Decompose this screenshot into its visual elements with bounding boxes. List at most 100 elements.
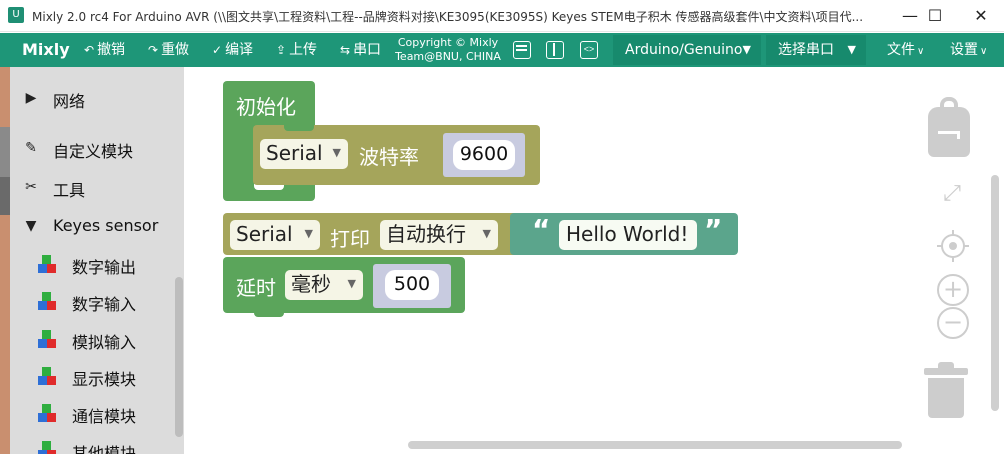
sidebar-item-display-module[interactable]: 显示模块 [10, 357, 174, 395]
undo-label: 撤销 [97, 42, 126, 58]
backpack-icon[interactable] [928, 97, 970, 159]
delay-unit-label: 毫秒 [291, 272, 331, 296]
sidebar-item-label: 数字输出 [72, 258, 137, 277]
triangle-right-icon: ▶ [25, 90, 37, 106]
upload-button[interactable]: ⇪ 上传 [276, 33, 317, 67]
sidebar-item-label: Keyes sensor [53, 216, 159, 235]
file-menu[interactable]: 文件 ∨ [887, 33, 924, 67]
newline-mode-label: 自动换行 [386, 222, 466, 246]
usb-icon: ⇆ [340, 43, 351, 57]
board-label: Arduino/Genuino [625, 42, 743, 58]
cube-icon [38, 404, 56, 422]
serial-port-label: Serial [266, 141, 323, 165]
redo-icon: ↷ [148, 43, 159, 57]
code-view-icon[interactable]: <> [580, 41, 598, 59]
redo-label: 重做 [161, 42, 190, 58]
newline-mode-dropdown[interactable]: 自动换行 ▼ [380, 220, 498, 250]
code-panel-icon[interactable] [513, 41, 531, 59]
check-icon: ✓ [212, 43, 223, 57]
port-label: 选择串口 [778, 42, 834, 58]
zoom-out-icon[interactable]: − [937, 307, 969, 339]
category-color-strip [0, 67, 10, 454]
sidebar-item-digital-output[interactable]: 数字输出 [10, 245, 174, 283]
split-view-icon[interactable] [546, 41, 564, 59]
workspace-horizontal-scrollbar[interactable] [408, 441, 902, 449]
serial-button[interactable]: ⇆ 串口 [340, 33, 381, 67]
upload-icon: ⇪ [276, 43, 287, 57]
upload-label: 上传 [289, 42, 318, 58]
port-select[interactable]: 选择串口 ▼ [766, 35, 866, 65]
file-menu-label: 文件 [887, 42, 915, 58]
app-logo-icon: U [8, 7, 24, 23]
main-toolbar: Mixly ↶ 撤销 ↷ 重做 ✓ 编译 ⇪ 上传 ⇆ 串口 Copyright © Mi… [0, 33, 1004, 67]
fullscreen-icon[interactable]: ⤢ [939, 181, 965, 207]
sidebar-scrollbar[interactable] [175, 277, 183, 437]
baud-rate-input[interactable]: 9600 [453, 140, 515, 170]
pen-icon: ✎ [25, 140, 37, 156]
setup-block-label: 初始化 [236, 95, 296, 119]
block-category-sidebar: ▶ 网络 ✎ 自定义模块 ✂ 工具 ▼ Keyes sensor 数字输出 数字… [0, 67, 184, 454]
delay-value-input[interactable]: 500 [385, 270, 439, 300]
redo-button[interactable]: ↷ 重做 [148, 33, 189, 67]
sidebar-item-label: 其他模块 [72, 444, 137, 454]
triangle-down-icon: ▼ [25, 218, 37, 234]
trash-icon[interactable] [924, 362, 968, 420]
cube-icon [38, 255, 56, 273]
title-bar: U Mixly 2.0 rc4 For Arduino AVR (\\图文共享\… [0, 0, 1004, 32]
dropdown-arrow-icon: ▼ [347, 277, 356, 290]
sidebar-item-label: 工具 [53, 181, 86, 200]
open-quote-icon: “ [532, 213, 551, 246]
serial-baud-notch [284, 125, 314, 131]
dropdown-arrow-icon: ▼ [482, 227, 491, 240]
text-value-input[interactable]: Hello World! [559, 220, 697, 250]
copyright-line2: Team@BNU, CHINA [395, 50, 501, 63]
strip-segment [0, 215, 10, 454]
sidebar-item-comm-module[interactable]: 通信模块 [10, 394, 174, 432]
sidebar-item-label: 网络 [53, 92, 86, 111]
print-label: 打印 [330, 227, 370, 251]
zoom-in-icon[interactable]: + [937, 274, 969, 306]
sidebar-item-label: 自定义模块 [53, 142, 134, 161]
workspace-vertical-scrollbar[interactable] [991, 175, 999, 411]
dropdown-arrow-icon: ▼ [304, 227, 313, 240]
chevron-down-icon: ▼ [742, 43, 751, 56]
blockly-workspace[interactable]: 初始化 Serial ▼ 波特率 9600 Serial ▼ 打印 自动换行 ▼… [184, 67, 1004, 454]
serial-print-port-label: Serial [236, 222, 293, 246]
brand-label: Mixly [22, 40, 70, 59]
chevron-down-icon: ∨ [917, 46, 925, 57]
close-button[interactable]: ✕ [958, 0, 1004, 32]
undo-button[interactable]: ↶ 撤销 [84, 33, 125, 67]
maximize-button[interactable]: ☐ [912, 0, 958, 32]
sidebar-item-label: 模拟输入 [72, 333, 137, 352]
center-icon[interactable] [937, 230, 969, 262]
serial-label: 串口 [353, 42, 382, 58]
sidebar-item-analog-input[interactable]: 模拟输入 [10, 320, 174, 358]
tools-icon: ✂ [25, 179, 37, 195]
serial-port-dropdown[interactable]: Serial ▼ [260, 139, 348, 169]
baud-rate-label: 波特率 [359, 145, 419, 169]
serial-print-port-dropdown[interactable]: Serial ▼ [230, 220, 320, 250]
sidebar-item-other-module[interactable]: 其他模块 [10, 431, 174, 454]
chevron-down-icon: ▼ [847, 43, 856, 56]
sidebar-item-custom-module[interactable]: ✎ 自定义模块 [10, 129, 174, 167]
delay-unit-dropdown[interactable]: 毫秒 ▼ [285, 270, 363, 300]
sidebar-item-keyes-sensor[interactable]: ▼ Keyes sensor [10, 207, 174, 245]
sidebar-item-network[interactable]: ▶ 网络 [10, 79, 174, 117]
board-select[interactable]: Arduino/Genuino ▼ [613, 35, 761, 65]
compile-label: 编译 [225, 42, 254, 58]
strip-segment [0, 67, 10, 127]
delay-tab [254, 311, 284, 317]
strip-segment [0, 177, 10, 215]
compile-button[interactable]: ✓ 编译 [212, 33, 253, 67]
settings-menu-label: 设置 [950, 42, 978, 58]
copyright-text: Copyright © Mixly Team@BNU, CHINA [392, 36, 504, 64]
sidebar-item-label: 通信模块 [72, 407, 137, 426]
close-quote-icon: ” [704, 213, 723, 246]
chevron-down-icon: ∨ [980, 46, 988, 57]
delay-label: 延时 [236, 276, 276, 300]
sidebar-item-tools[interactable]: ✂ 工具 [10, 168, 174, 206]
settings-menu[interactable]: 设置 ∨ [950, 33, 987, 67]
sidebar-item-digital-input[interactable]: 数字输入 [10, 282, 174, 320]
copyright-line1: Copyright © Mixly [397, 36, 499, 49]
window-title: Mixly 2.0 rc4 For Arduino AVR (\\图文共享\工程… [32, 10, 864, 24]
